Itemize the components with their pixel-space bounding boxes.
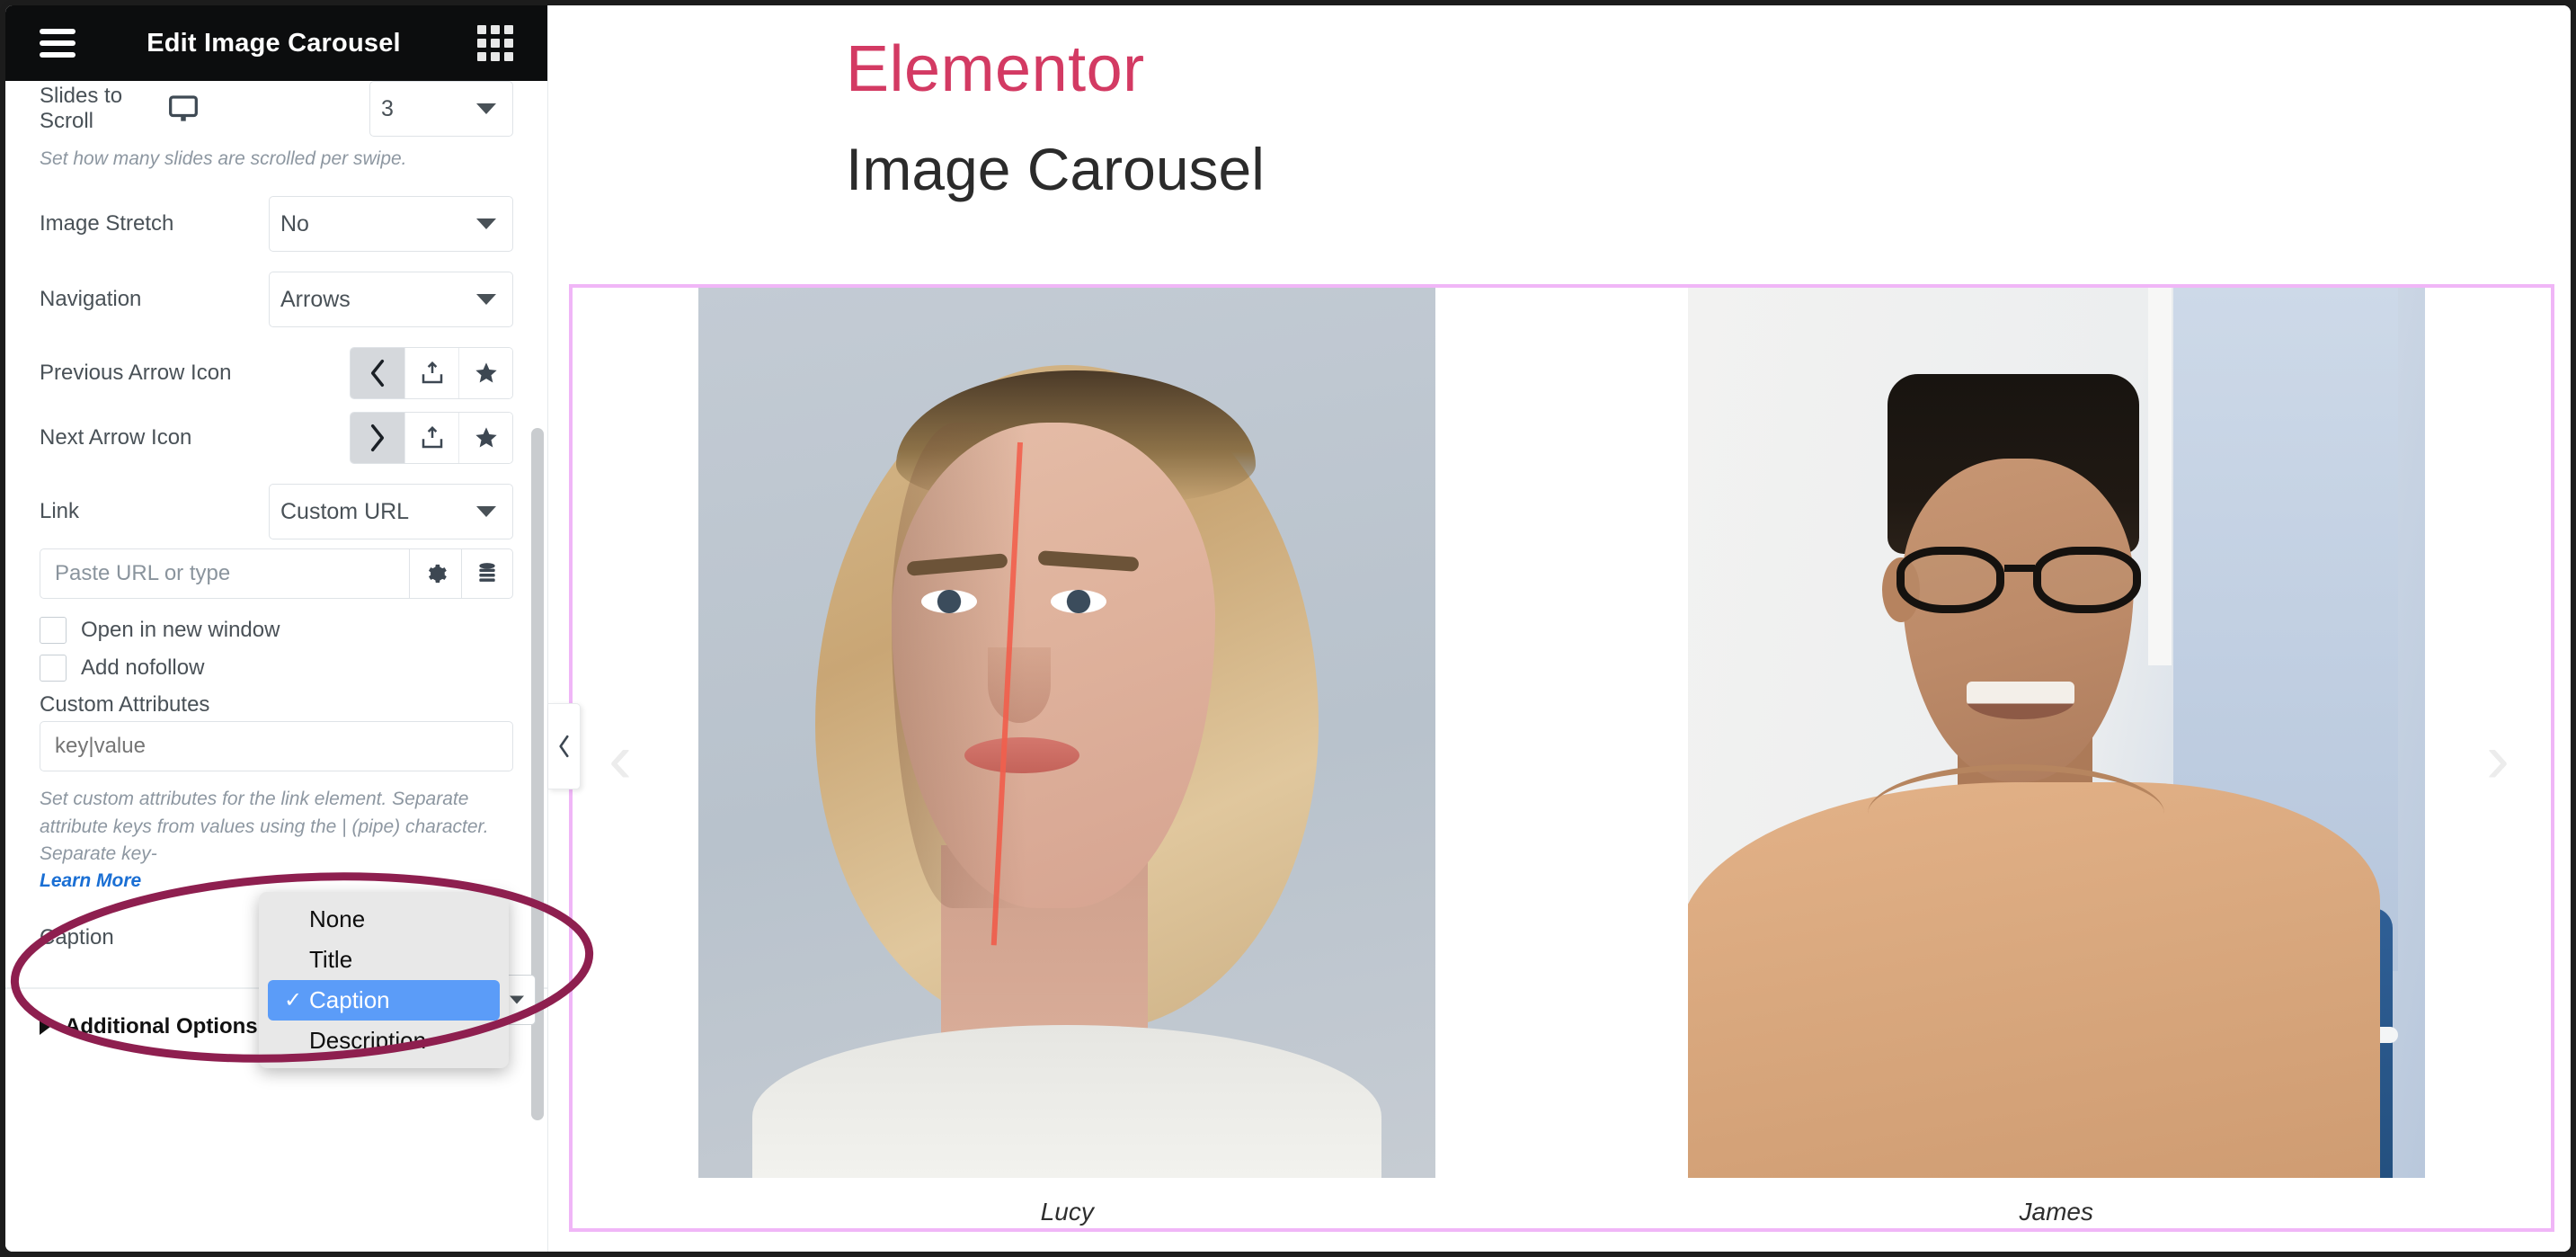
navigation-value: Arrows (280, 286, 351, 312)
check-icon: ✓ (284, 988, 303, 1012)
slide-image-james (1687, 288, 2425, 1178)
open-in-new-window-row[interactable]: Open in new window (5, 611, 547, 649)
chevron-right-icon[interactable] (351, 413, 404, 464)
link-value: Custom URL (280, 498, 410, 524)
slides-to-scroll-label: Slides to Scroll (40, 84, 123, 133)
dropdown-option-none[interactable]: None (259, 899, 509, 940)
chevron-down-icon (510, 995, 524, 1004)
control-link: Link Custom URL (5, 484, 547, 540)
dropdown-option-title[interactable]: Title (259, 940, 509, 980)
image-stretch-select[interactable]: No (269, 196, 513, 253)
next-arrow-icon-label: Next Arrow Icon (40, 425, 192, 450)
star-icon[interactable] (458, 348, 512, 399)
carousel-prev-arrow[interactable]: ‹ (608, 723, 632, 793)
slide-caption: James (2019, 1198, 2093, 1226)
grid-icon[interactable] (477, 25, 513, 61)
brand-heading: Elementor (846, 33, 1145, 105)
dropdown-option-description[interactable]: Description (259, 1021, 509, 1061)
slides-to-scroll-select[interactable]: 3 (369, 81, 513, 137)
app-window: Edit Image Carousel Slides to Scroll 3 S… (0, 0, 2576, 1257)
open-in-new-window-checkbox[interactable] (40, 617, 67, 645)
add-nofollow-checkbox[interactable] (40, 655, 67, 682)
dropdown-option-label: None (309, 905, 366, 932)
carousel-slide[interactable]: Lucy (573, 288, 1562, 1226)
custom-attributes-input[interactable] (40, 721, 513, 772)
dropdown-option-label: Description (309, 1027, 427, 1054)
control-navigation: Navigation Arrows (5, 272, 547, 328)
panel-header: Edit Image Carousel (5, 5, 547, 81)
control-next-arrow-icon: Next Arrow Icon (5, 412, 547, 465)
panel-body: Slides to Scroll 3 Set how many slides a… (5, 81, 547, 1252)
navigation-label: Navigation (40, 287, 142, 312)
slide-image-lucy (698, 288, 1436, 1178)
image-stretch-value: No (280, 210, 309, 236)
control-previous-arrow-icon: Previous Arrow Icon (5, 347, 547, 400)
page-title: Image Carousel (846, 136, 1265, 202)
panel-title: Edit Image Carousel (147, 28, 401, 58)
additional-options-label: Additional Options (65, 1013, 258, 1039)
slides-to-scroll-value: 3 (381, 95, 394, 121)
caption-dropdown-menu: None Title ✓ Caption Description (259, 892, 509, 1068)
next-arrow-icon-group (350, 412, 513, 465)
image-carousel-widget[interactable]: Lucy James ‹ › (569, 284, 2554, 1232)
add-nofollow-row[interactable]: Add nofollow (5, 649, 547, 687)
upload-icon[interactable] (404, 348, 458, 399)
custom-attributes-hint: Set custom attributes for the link eleme… (40, 789, 489, 865)
slide-caption: Lucy (1040, 1198, 1094, 1226)
upload-icon[interactable] (404, 413, 458, 464)
database-icon[interactable] (461, 548, 513, 600)
star-icon[interactable] (458, 413, 512, 464)
learn-more-link[interactable]: Learn More (40, 870, 141, 892)
chevron-left-icon[interactable] (351, 348, 404, 399)
open-in-new-window-label: Open in new window (81, 618, 280, 643)
control-image-stretch: Image Stretch No (5, 196, 547, 253)
dropdown-option-label: Title (309, 946, 353, 973)
link-label: Link (40, 499, 80, 524)
control-slides-to-scroll: Slides to Scroll 3 (5, 81, 547, 137)
panel-collapse-handle[interactable] (548, 703, 581, 789)
add-nofollow-label: Add nofollow (81, 655, 205, 681)
carousel-slide[interactable]: James (1562, 288, 2552, 1226)
chevron-down-icon (476, 506, 496, 518)
dropdown-option-caption[interactable]: ✓ Caption (268, 980, 500, 1021)
carousel-next-arrow[interactable]: › (2486, 723, 2509, 793)
chevron-down-icon (476, 103, 496, 114)
dropdown-option-label: Caption (309, 986, 390, 1013)
url-input[interactable] (40, 548, 409, 600)
page-preview: Elementor Image Carousel Lucy James ‹ › (549, 5, 2571, 1252)
image-stretch-label: Image Stretch (40, 211, 174, 236)
chevron-right-icon (40, 1018, 50, 1035)
previous-arrow-icon-group (350, 347, 513, 400)
link-url-row (5, 548, 547, 600)
custom-attributes-label: Custom Attributes (40, 692, 210, 718)
gear-icon[interactable] (409, 548, 461, 600)
chevron-down-icon (476, 218, 496, 230)
previous-arrow-icon-label: Previous Arrow Icon (40, 361, 232, 386)
chevron-down-icon (476, 294, 496, 306)
monitor-icon[interactable] (168, 95, 199, 122)
link-select[interactable]: Custom URL (269, 484, 513, 540)
slides-to-scroll-hint: Set how many slides are scrolled per swi… (40, 148, 407, 169)
navigation-select[interactable]: Arrows (269, 272, 513, 328)
